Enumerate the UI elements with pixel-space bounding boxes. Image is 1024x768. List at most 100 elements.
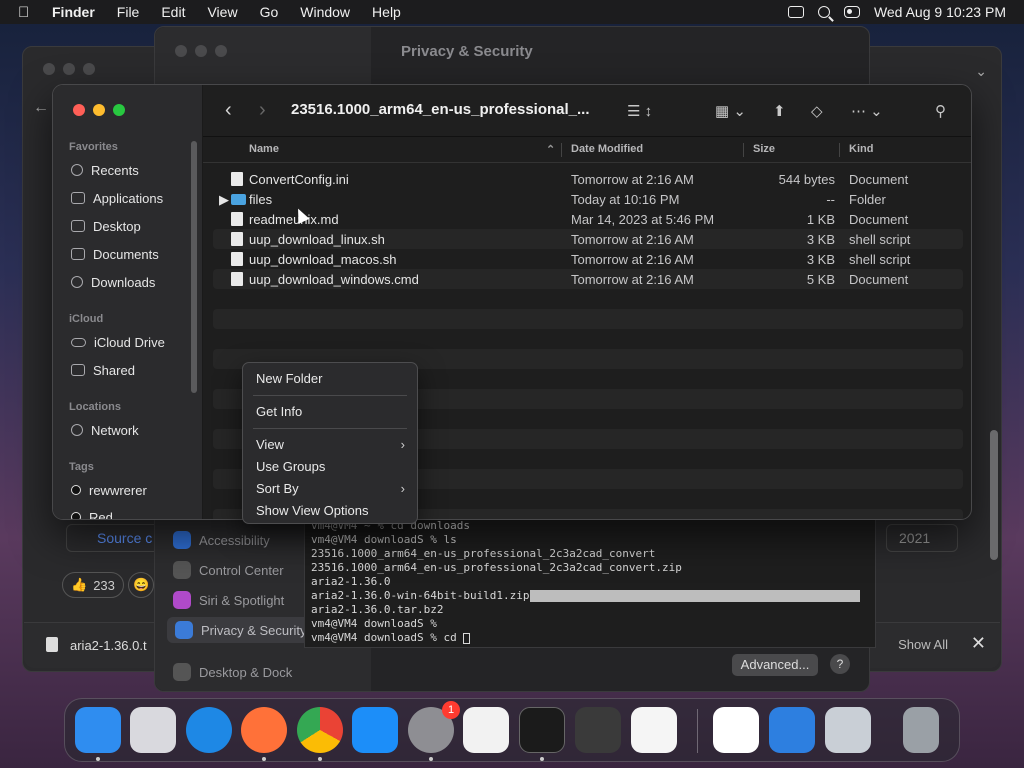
cmd-file-icon [231,272,243,286]
file-name: uup_download_linux.sh [249,232,385,247]
menu-item-use-groups[interactable]: Use Groups [243,456,417,478]
menu-item-view[interactable]: View › [243,434,417,456]
sidebar-tag-rewwrerer[interactable]: rewwrerer [71,480,147,500]
safari-icon[interactable] [186,707,232,753]
settings-item-privacy-security[interactable]: Privacy & Security [167,617,315,643]
column-size[interactable]: Size [753,143,775,155]
close-download-bar-button[interactable]: ✕ [971,633,986,654]
dock-icon [173,663,191,681]
search-icon[interactable] [817,6,830,18]
sidebar-item-applications[interactable]: Applications [71,188,163,208]
menu-bar:  Finder File Edit View Go Window Help W… [0,0,1024,24]
folder-row[interactable]: ▶ files Today at 10:16 PM -- Folder [203,189,971,209]
menu-view[interactable]: View [207,4,237,20]
sidebar-item-recents[interactable]: Recents [71,160,139,180]
more-actions-icon[interactable]: ⋯ ⌄ [851,102,883,120]
minimize-window-button[interactable] [93,104,105,116]
vscode-icon[interactable] [631,707,677,753]
firefox-icon[interactable] [241,707,287,753]
menu-item-show-view-options[interactable]: Show View Options [243,500,417,522]
forward-button[interactable]: › [259,99,266,122]
archive-utility-icon[interactable] [825,707,871,753]
finder-icon[interactable] [75,707,121,753]
sidebar-item-desktop[interactable]: Desktop [71,216,141,236]
file-list: ConvertConfig.ini Tomorrow at 2:16 AM 54… [203,169,971,289]
menu-window[interactable]: Window [300,4,350,20]
applications-icon [71,192,85,204]
screen-mirroring-icon[interactable] [787,6,804,18]
file-row[interactable]: readmeunix.md Mar 14, 2023 at 5:46 PM 1 … [203,209,971,229]
settings-title: Privacy & Security [401,43,533,60]
tag-icon[interactable]: ◇ [811,102,823,120]
sidebar-item-icloud-drive[interactable]: iCloud Drive [71,332,165,352]
chevron-down-icon[interactable]: ⌄ [975,63,987,80]
garageband-icon[interactable] [575,707,621,753]
file-size: 3 KB [806,252,835,267]
apple-menu-icon[interactable]:  [18,4,36,21]
settings-item-desktop-dock[interactable]: Desktop & Dock [173,663,292,681]
sort-ascending-icon[interactable]: ⌃ [546,143,555,156]
sidebar-item-downloads[interactable]: Downloads [71,272,155,292]
column-name[interactable]: Name [249,143,279,155]
terminal-window[interactable]: vm4@VM4 ~ % cd downloads vm4@VM4 downloa… [304,516,876,648]
sidebar-scrollbar[interactable] [191,141,197,393]
menu-app-name[interactable]: Finder [52,4,95,20]
weather-icon[interactable] [769,707,815,753]
terminal-line: aria2-1.36.0.tar.bz2 [311,603,444,616]
zoom-window-button[interactable] [113,104,125,116]
settings-item-control-center[interactable]: Control Center [173,561,284,579]
menu-item-new-folder[interactable]: New Folder [243,368,417,390]
source-code-link[interactable]: Source c [66,524,162,552]
sidebar-item-network[interactable]: Network [71,420,139,440]
disclosure-triangle-icon[interactable]: ▶ [219,192,229,208]
control-center-icon[interactable] [843,6,860,18]
app-store-icon[interactable] [352,707,398,753]
file-row[interactable]: uup_download_macos.sh Tomorrow at 2:16 A… [203,249,971,269]
menu-edit[interactable]: Edit [161,4,185,20]
desktop-scrollbar[interactable] [990,430,998,560]
sidebar-tag-red[interactable]: Red [71,507,113,519]
menu-item-get-info[interactable]: Get Info [243,401,417,423]
menu-file[interactable]: File [117,4,140,20]
column-date-modified[interactable]: Date Modified [571,143,643,155]
selection-highlight [529,590,860,602]
back-arrow-icon[interactable]: ← [33,99,49,117]
help-button[interactable]: ? [830,654,850,674]
document-icon [71,248,85,260]
menu-help[interactable]: Help [372,4,401,20]
reaction-thumbs-up[interactable]: 👍 233 [62,572,124,598]
siri-icon [173,591,191,609]
menu-clock[interactable]: Wed Aug 9 10:23 PM [874,4,1006,20]
show-all-button[interactable]: Show All [898,637,948,652]
file-row[interactable]: ConvertConfig.ini Tomorrow at 2:16 AM 54… [203,169,971,189]
file-row[interactable]: uup_download_linux.sh Tomorrow at 2:16 A… [203,229,971,249]
visual-studio-icon[interactable] [713,707,759,753]
menu-go[interactable]: Go [260,4,279,20]
sidebar-item-documents[interactable]: Documents [71,244,159,264]
chrome-icon[interactable] [297,707,343,753]
back-button[interactable]: ‹ [225,99,232,122]
share-icon[interactable]: ⬆ [773,102,786,120]
launchpad-icon[interactable] [130,707,176,753]
advanced-button[interactable]: Advanced... [732,654,818,676]
column-kind[interactable]: Kind [849,143,873,155]
cloud-icon [71,337,86,347]
sidebar-item-shared[interactable]: Shared [71,360,135,380]
file-row[interactable]: uup_download_windows.cmd Tomorrow at 2:1… [203,269,971,289]
close-window-button[interactable] [73,104,85,116]
trash-icon[interactable] [903,707,939,753]
folder-title: 23516.1000_arm64_en-us_professional_... [291,101,590,118]
list-view-icon[interactable]: ☰ ↕ [627,102,652,120]
terminal-icon[interactable] [519,707,565,753]
file-name: uup_download_macos.sh [249,252,397,267]
dock-separator [697,709,698,753]
system-settings-icon[interactable] [408,701,460,753]
settings-item-accessibility[interactable]: Accessibility [173,531,270,549]
reaction-smile[interactable]: 😄 [128,572,154,598]
menu-item-sort-by[interactable]: Sort By › [243,478,417,500]
settings-item-siri-spotlight[interactable]: Siri & Spotlight [173,591,284,609]
textedit-icon[interactable] [463,707,509,753]
search-icon[interactable]: ⚲ [935,102,946,120]
group-view-icon[interactable]: ▦ ⌄ [715,102,746,120]
download-filename[interactable]: aria2-1.36.0.t [70,638,147,653]
